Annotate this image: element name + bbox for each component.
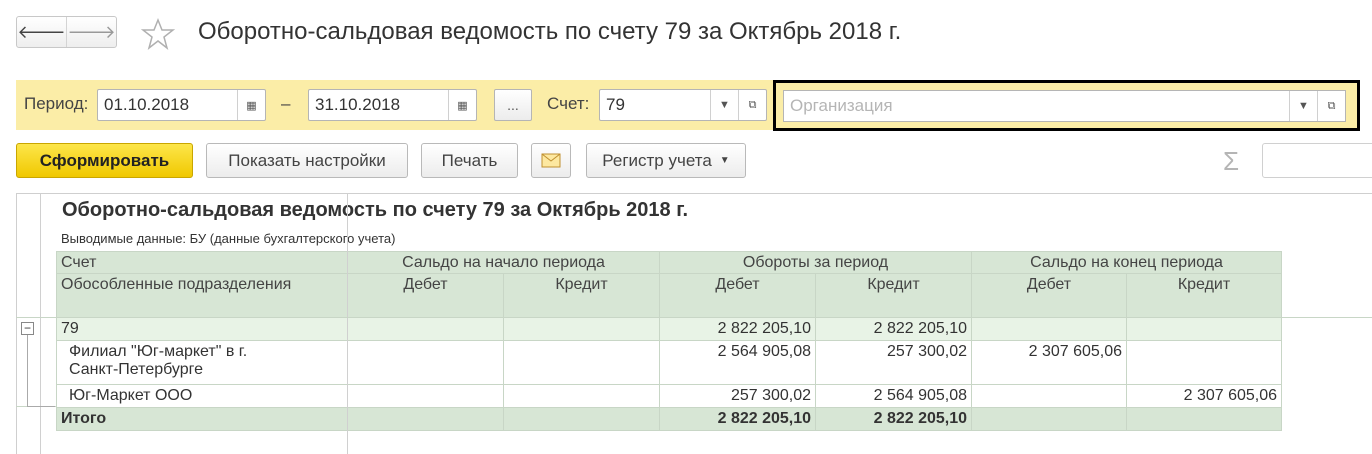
arrow-right-icon: 🡒 bbox=[67, 21, 116, 42]
table-subheader-row: Обособленные подразделения Дебет Кредит … bbox=[56, 273, 1283, 318]
page-title: Оборотно-сальдовая ведомость по счету 79… bbox=[198, 18, 902, 45]
table-row[interactable]: 79 2 822 205,10 2 822 205,10 bbox=[56, 317, 1283, 341]
period-dash: – bbox=[281, 94, 291, 113]
back-button[interactable]: 🡐 bbox=[17, 17, 66, 47]
show-settings-button[interactable]: Показать настройки bbox=[206, 143, 408, 178]
table-row[interactable]: Филиал "Юг-маркет" в г. Санкт-Петербурге… bbox=[56, 340, 1283, 385]
dropdown-icon[interactable]: ▼ bbox=[1289, 91, 1317, 121]
period-label: Период: bbox=[24, 94, 89, 113]
total-turnover-credit: 2 822 205,10 bbox=[815, 407, 973, 431]
forward-button[interactable]: 🡒 bbox=[66, 17, 116, 47]
header-debit: Дебет bbox=[971, 273, 1128, 318]
gutter-divider bbox=[40, 193, 41, 454]
closing-debit bbox=[971, 317, 1128, 341]
arrow-left-icon: 🡐 bbox=[17, 21, 66, 42]
calendar-icon[interactable]: ▦ bbox=[448, 90, 476, 120]
account-label: Счет: bbox=[547, 94, 590, 113]
generate-button[interactable]: Сформировать bbox=[16, 143, 193, 178]
header-account: Счет bbox=[56, 251, 348, 274]
date-to-field[interactable]: 31.10.2018 ▦ bbox=[308, 89, 477, 121]
date-to-value: 31.10.2018 bbox=[315, 95, 401, 114]
turnover-debit: 257 300,02 bbox=[659, 384, 817, 408]
turnover-credit: 2 822 205,10 bbox=[815, 317, 973, 341]
turnover-debit: 2 822 205,10 bbox=[659, 317, 817, 341]
collapse-icon[interactable]: − bbox=[21, 322, 34, 335]
row-name: Филиал "Юг-маркет" в г. Санкт-Петербурге bbox=[56, 340, 348, 385]
header-credit: Кредит bbox=[502, 273, 661, 318]
closing-debit: 2 307 605,06 bbox=[971, 340, 1128, 385]
header-subdivisions: Обособленные подразделения bbox=[56, 273, 348, 318]
tree-line bbox=[27, 335, 28, 406]
account-field[interactable]: 79 ▼ ⧉ bbox=[599, 89, 767, 121]
row-name-line2: Санкт-Петербурге bbox=[69, 361, 204, 378]
navigation-buttons: 🡐 🡒 bbox=[16, 16, 117, 48]
total-turnover-debit: 2 822 205,10 bbox=[659, 407, 817, 431]
total-closing-debit bbox=[971, 407, 1128, 431]
turnover-debit: 2 564 905,08 bbox=[659, 340, 817, 385]
total-opening-debit bbox=[347, 407, 504, 431]
closing-credit bbox=[1126, 317, 1283, 341]
open-icon[interactable]: ⧉ bbox=[738, 90, 766, 120]
calendar-icon[interactable]: ▦ bbox=[237, 90, 265, 120]
opening-credit bbox=[502, 384, 661, 408]
sigma-icon: Σ bbox=[1223, 146, 1240, 176]
header-closing-balance: Сальдо на конец периода bbox=[971, 251, 1283, 274]
closing-debit bbox=[971, 384, 1128, 408]
header-debit: Дебет bbox=[659, 273, 817, 318]
row-name: 79 bbox=[56, 317, 348, 341]
opening-debit bbox=[347, 317, 504, 341]
row-name: Юг-Маркет ООО bbox=[56, 384, 348, 408]
choose-period-button[interactable]: ... bbox=[494, 89, 532, 121]
total-row[interactable]: Итого 2 822 205,10 2 822 205,10 bbox=[56, 407, 1283, 431]
table-header-row: Счет Сальдо на начало периода Обороты за… bbox=[56, 251, 1283, 274]
opening-debit bbox=[347, 340, 504, 385]
total-opening-credit bbox=[502, 407, 661, 431]
column-divider bbox=[347, 193, 348, 454]
header-opening-balance: Сальдо на начало периода bbox=[346, 251, 661, 274]
organization-placeholder: Организация bbox=[790, 96, 893, 115]
total-label: Итого bbox=[56, 407, 348, 431]
table-row[interactable]: Юг-Маркет ООО 257 300,02 2 564 905,08 2 … bbox=[56, 384, 1283, 408]
star-icon[interactable] bbox=[141, 17, 175, 51]
report-subtitle: Выводимые данные: БУ (данные бухгалтерск… bbox=[61, 231, 396, 246]
organization-highlight: Организация ▼ ⧉ bbox=[773, 80, 1360, 131]
total-closing-credit bbox=[1126, 407, 1283, 431]
turnover-credit: 257 300,02 bbox=[815, 340, 973, 385]
row-separator bbox=[16, 317, 1372, 318]
row-name-line1: Филиал "Юг-маркет" в г. bbox=[69, 343, 248, 360]
date-from-field[interactable]: 01.10.2018 ▦ bbox=[97, 89, 266, 121]
opening-debit bbox=[347, 384, 504, 408]
register-button[interactable]: Регистр учета ▼ bbox=[586, 143, 746, 178]
header-debit: Дебет bbox=[347, 273, 504, 318]
organization-field[interactable]: Организация ▼ ⧉ bbox=[783, 90, 1346, 122]
report-title: Оборотно-сальдовая ведомость по счету 79… bbox=[62, 199, 689, 221]
turnover-credit: 2 564 905,08 bbox=[815, 384, 973, 408]
open-icon[interactable]: ⧉ bbox=[1317, 91, 1345, 121]
dropdown-icon[interactable]: ▼ bbox=[710, 90, 738, 120]
print-button[interactable]: Печать bbox=[421, 143, 518, 178]
date-from-value: 01.10.2018 bbox=[104, 95, 190, 114]
chevron-down-icon: ▼ bbox=[719, 155, 730, 166]
account-value: 79 bbox=[606, 95, 625, 114]
envelope-icon bbox=[541, 153, 561, 168]
email-button[interactable] bbox=[531, 143, 571, 178]
register-label: Регистр учета bbox=[602, 150, 712, 170]
tree-line bbox=[27, 406, 55, 407]
sum-field[interactable] bbox=[1262, 143, 1372, 178]
opening-credit bbox=[502, 317, 661, 341]
closing-credit bbox=[1126, 340, 1283, 385]
closing-credit: 2 307 605,06 bbox=[1126, 384, 1283, 408]
opening-credit bbox=[502, 340, 661, 385]
header-credit: Кредит bbox=[1126, 273, 1283, 318]
header-credit: Кредит bbox=[815, 273, 973, 318]
osv-table: Счет Сальдо на начало периода Обороты за… bbox=[56, 251, 1283, 431]
header-turnover: Обороты за период bbox=[659, 251, 973, 274]
